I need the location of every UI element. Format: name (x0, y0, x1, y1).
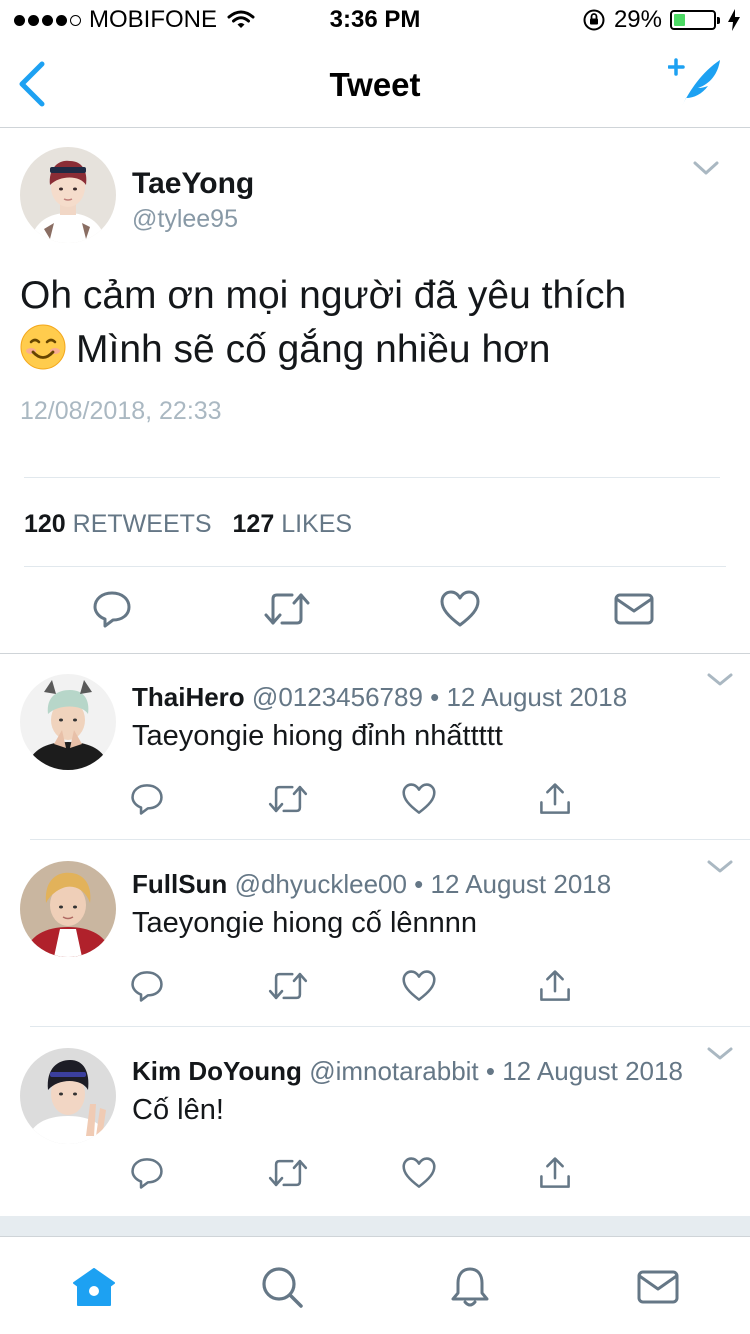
reply-meta: @imnotarabbit • 12 August 2018 (309, 1056, 683, 1086)
tweet-text-line: Mình sẽ cố gắng nhiều hơn (20, 323, 720, 377)
reply-icon[interactable] (130, 969, 164, 1003)
chevron-down-icon[interactable] (706, 1046, 734, 1062)
avatar[interactable] (20, 861, 116, 957)
divider (30, 839, 750, 840)
navigation-bar: Tweet (0, 40, 750, 128)
reply-text: Taeyongie hiong cố lênnnn (132, 907, 478, 939)
reply-actions (130, 1156, 590, 1192)
tweet-stats: 120 RETWEETS 127 LIKES (24, 510, 352, 539)
orientation-lock-icon (583, 9, 605, 31)
compose-feather-icon[interactable] (668, 56, 724, 108)
share-icon[interactable] (538, 1156, 572, 1190)
avatar[interactable] (20, 1048, 116, 1144)
battery-info: 29% (582, 6, 740, 34)
reply-tweet[interactable]: Kim DoYoung @imnotarabbit • 12 August 20… (0, 1028, 750, 1214)
share-icon[interactable] (538, 782, 572, 816)
smiling-face-emoji (20, 324, 66, 370)
tab-bar (0, 1236, 750, 1334)
tweet-text-line2: Mình sẽ cố gắng nhiều hơn (76, 328, 551, 371)
reply-header: ThaiHero @0123456789 • 12 August 2018 (132, 682, 627, 713)
reply-header: FullSun @dhyucklee00 • 12 August 2018 (132, 869, 611, 900)
tweet-text: Oh cảm ơn mọi người đã yêu thích Mình sẽ… (20, 269, 720, 377)
like-heart-icon[interactable] (402, 969, 436, 1003)
reply-meta: @dhyucklee00 • 12 August 2018 (234, 869, 612, 899)
reply-tweet[interactable]: FullSun @dhyucklee00 • 12 August 2018 Ta… (0, 841, 750, 1027)
retweet-icon[interactable] (264, 589, 310, 629)
notifications-icon[interactable] (448, 1265, 492, 1309)
retweet-icon[interactable] (268, 969, 308, 1003)
reply-author-name[interactable]: Kim DoYoung (132, 1056, 302, 1086)
reply-text: Cố lên! (132, 1094, 224, 1126)
like-heart-icon[interactable] (402, 1156, 436, 1190)
charging-bolt-icon (728, 9, 740, 31)
search-icon[interactable] (260, 1265, 304, 1309)
page-title: Tweet (329, 66, 421, 103)
tweet-timestamp: 12/08/2018, 22:33 (20, 397, 222, 425)
chevron-down-icon[interactable] (706, 672, 734, 688)
reply-icon[interactable] (92, 589, 132, 629)
chevron-down-icon[interactable] (706, 859, 734, 875)
reply-author-name[interactable]: FullSun (132, 869, 227, 899)
status-bar: MOBIFONE 3:36 PM 29% (0, 0, 750, 40)
like-heart-icon[interactable] (402, 782, 436, 816)
divider (24, 477, 720, 478)
reply-icon[interactable] (130, 1156, 164, 1190)
retweets-label[interactable]: RETWEETS (73, 510, 212, 538)
reply-actions (130, 969, 590, 1005)
like-heart-icon[interactable] (440, 589, 480, 629)
battery-icon (670, 10, 720, 30)
avatar[interactable] (20, 674, 116, 770)
share-icon[interactable] (538, 969, 572, 1003)
divider (24, 566, 726, 567)
messages-icon[interactable] (636, 1265, 680, 1309)
retweets-count[interactable]: 120 (24, 510, 66, 538)
reply-tweet[interactable]: ThaiHero @0123456789 • 12 August 2018 Ta… (0, 654, 750, 840)
tweet-actions (0, 589, 750, 631)
reply-meta: @0123456789 • 12 August 2018 (251, 682, 628, 712)
reply-author-name[interactable]: ThaiHero (132, 682, 245, 712)
author-name[interactable]: TaeYong (132, 167, 254, 201)
reply-icon[interactable] (130, 782, 164, 816)
likes-count[interactable]: 127 (233, 510, 275, 538)
divider (30, 1026, 750, 1027)
direct-message-icon[interactable] (614, 589, 654, 629)
feed-footer-band (0, 1216, 750, 1236)
reply-actions (130, 782, 590, 818)
battery-percent: 29% (613, 6, 662, 33)
retweet-icon[interactable] (268, 782, 308, 816)
reply-text: Taeyongie hiong đỉnh nhấttttt (132, 720, 503, 752)
tweet-text-line: Oh cảm ơn mọi người đã yêu thích (20, 274, 627, 317)
avatar[interactable] (20, 147, 116, 243)
author-handle[interactable]: @tylee95 (132, 205, 238, 234)
retweet-icon[interactable] (268, 1156, 308, 1190)
likes-label[interactable]: LIKES (281, 510, 352, 538)
chevron-down-icon[interactable] (692, 159, 720, 177)
home-icon[interactable] (72, 1265, 116, 1309)
reply-header: Kim DoYoung @imnotarabbit • 12 August 20… (132, 1056, 683, 1087)
